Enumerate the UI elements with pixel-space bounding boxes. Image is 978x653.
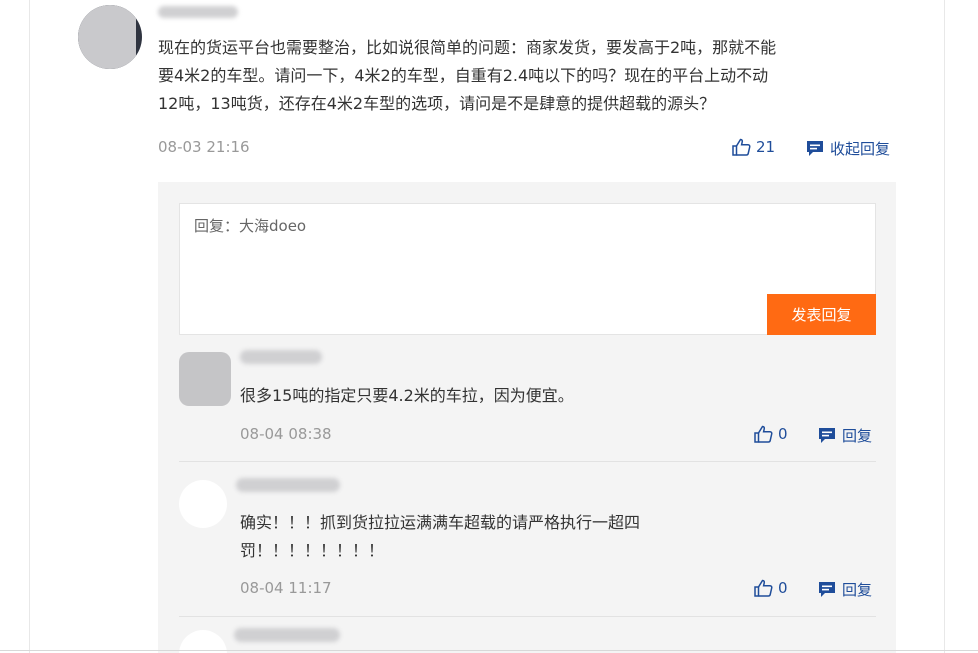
reply-button-label: 回复 — [842, 581, 873, 599]
main-like-count: 21 — [756, 138, 776, 156]
main-comment-line: 要4米2的车型。请问一下，4米2的车型，自重有2.4吨以下的吗？现在的平台上动不… — [158, 66, 769, 85]
reply-like-button[interactable]: 0 — [754, 579, 788, 597]
reply-textarea-placeholder: 回复：大海doeo — [194, 217, 307, 235]
reply-avatar[interactable] — [179, 352, 231, 406]
reply-text: 确实！！！抓到货拉拉运满满车超载的请严格执行一超四 罚！！！！！！！！ — [240, 509, 640, 565]
comment-bubble-icon — [818, 427, 836, 444]
main-comment-line: 12吨，13吨货，还存在4米2车型的选项，请问是不是肆意的提供超载的源头？ — [158, 94, 716, 113]
thumbs-up-icon — [732, 138, 751, 156]
reply-username-blurred[interactable] — [234, 628, 340, 642]
main-like-button[interactable]: 21 — [732, 138, 775, 156]
reply-like-count: 0 — [778, 425, 788, 443]
collapse-replies-label: 收起回复 — [830, 140, 891, 158]
main-comment-username-blurred[interactable] — [158, 6, 238, 18]
reply-username-blurred[interactable] — [236, 478, 340, 492]
reply-text-line: 罚！！！！！！！！ — [240, 541, 385, 560]
comment-bubble-icon — [806, 140, 824, 157]
reply-time: 08-04 08:38 — [240, 425, 332, 443]
reply-button[interactable]: 回复 — [818, 579, 872, 600]
reply-divider — [179, 616, 876, 617]
collapse-replies-button[interactable]: 收起回复 — [806, 138, 890, 159]
thumbs-up-icon — [754, 579, 773, 597]
reply-like-button[interactable]: 0 — [754, 425, 788, 443]
main-comment-time: 08-03 21:16 — [158, 138, 250, 156]
reply-button[interactable]: 回复 — [818, 425, 872, 446]
viewport-bottom-edge — [0, 650, 978, 651]
reply-time: 08-04 11:17 — [240, 579, 332, 597]
submit-reply-button[interactable]: 发表回复 — [767, 294, 876, 335]
reply-button-label: 回复 — [842, 427, 873, 445]
reply-username-blurred[interactable] — [240, 350, 322, 364]
reply-text: 很多15吨的指定只要4.2米的车拉，因为便宜。 — [240, 382, 574, 410]
thumbs-up-icon — [754, 425, 773, 443]
reply-divider — [179, 461, 876, 462]
reply-text-line: 很多15吨的指定只要4.2米的车拉，因为便宜。 — [240, 386, 574, 405]
main-comment-avatar[interactable] — [78, 5, 142, 69]
comment-bubble-icon — [818, 581, 836, 598]
reply-avatar[interactable] — [179, 480, 227, 528]
main-comment-line: 现在的货运平台也需要整治，比如说很简单的问题：商家发货，要发高于2吨，那就不能 — [158, 38, 777, 57]
main-comment-text: 现在的货运平台也需要整治，比如说很简单的问题：商家发货，要发高于2吨，那就不能 … — [158, 34, 898, 118]
reply-like-count: 0 — [778, 579, 788, 597]
reply-text-line: 确实！！！抓到货拉拉运满满车超载的请严格执行一超四 — [240, 513, 641, 532]
